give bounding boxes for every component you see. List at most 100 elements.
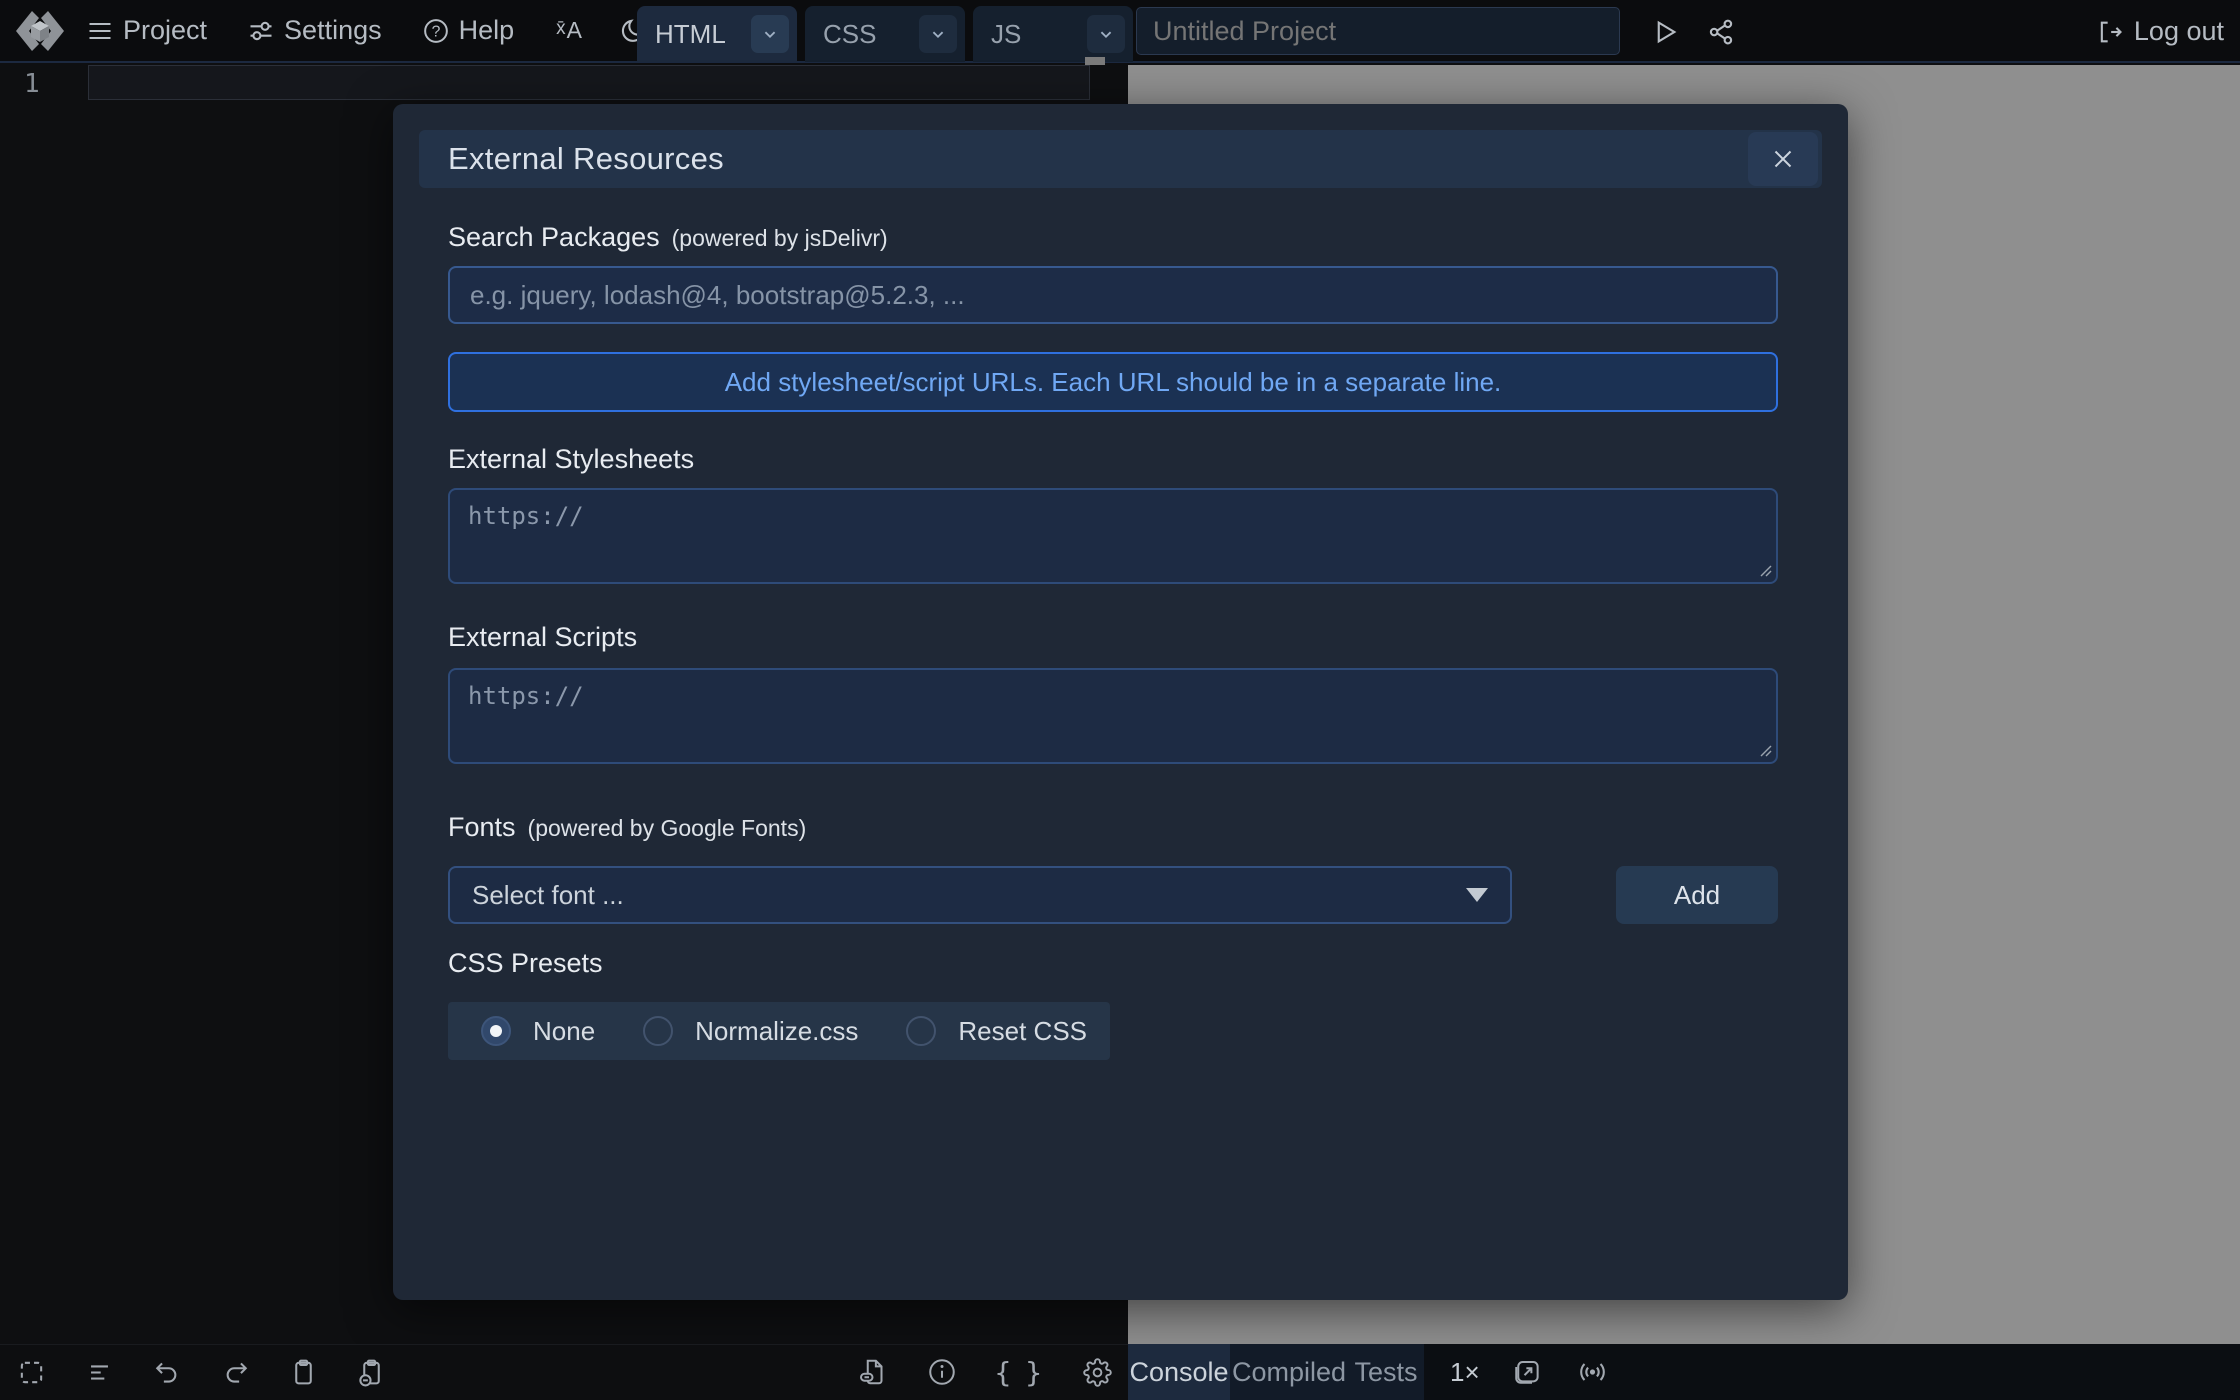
top-bar: Project Settings ? Help x̄A HTML xyxy=(0,0,2240,63)
resize-handle-icon[interactable] xyxy=(1757,742,1773,758)
chevron-down-icon xyxy=(927,23,949,45)
external-window-icon xyxy=(1512,1357,1542,1387)
fonts-label-text: Fonts xyxy=(448,812,516,843)
help-menu-label: Help xyxy=(459,15,515,46)
file-link-icon xyxy=(859,1357,889,1387)
editor-scrollbar[interactable] xyxy=(1085,57,1105,65)
css-presets-label: CSS Presets xyxy=(448,948,1793,982)
font-row: Select font ... Add xyxy=(448,866,1793,924)
search-packages-label-text: Search Packages xyxy=(448,222,660,253)
radio-icon xyxy=(906,1016,936,1046)
modal-title: External Resources xyxy=(448,141,724,177)
broadcast-icon xyxy=(1577,1356,1608,1388)
external-stylesheets-label-text: External Stylesheets xyxy=(448,444,694,475)
stylesheets-textarea[interactable] xyxy=(448,488,1778,584)
zoom-level-button[interactable]: 1× xyxy=(1450,1357,1480,1388)
tab-compiled[interactable]: Compiled xyxy=(1230,1344,1348,1400)
share-icon xyxy=(1706,17,1736,47)
help-icon: ? xyxy=(422,17,450,45)
tab-compiled-label: Compiled xyxy=(1232,1357,1346,1388)
external-scripts-label: External Scripts xyxy=(448,622,1793,654)
modal-header: External Resources xyxy=(419,130,1822,188)
project-title-input[interactable] xyxy=(1136,7,1620,55)
result-status-bar: Console Compiled Tests 1× xyxy=(1128,1344,2240,1400)
font-select-value: Select font ... xyxy=(472,880,624,911)
clipboard-snippet-icon xyxy=(357,1358,386,1387)
preset-option-reset[interactable]: Reset CSS xyxy=(906,1016,1087,1047)
package-search-input[interactable] xyxy=(448,266,1778,324)
sliders-icon xyxy=(247,17,275,45)
info-icon xyxy=(927,1357,957,1387)
scripts-textarea[interactable] xyxy=(448,668,1778,764)
paste-snippet-button[interactable] xyxy=(356,1357,387,1388)
fonts-label: Fonts (powered by Google Fonts) xyxy=(448,812,1793,846)
external-resources-button[interactable] xyxy=(858,1357,889,1388)
svg-text:?: ? xyxy=(431,23,440,40)
editor-tabs: HTML CSS JS xyxy=(637,6,1133,62)
select-all-icon xyxy=(17,1358,46,1387)
project-menu[interactable]: Project xyxy=(86,15,207,46)
css-language-menu-button[interactable] xyxy=(919,15,957,53)
project-menu-label: Project xyxy=(123,15,207,46)
tab-js-label: JS xyxy=(991,19,1021,50)
preset-option-none[interactable]: None xyxy=(481,1016,595,1047)
result-icons xyxy=(1512,1357,1608,1388)
tab-html[interactable]: HTML xyxy=(637,6,797,62)
help-menu[interactable]: ? Help xyxy=(422,15,515,46)
settings-menu[interactable]: Settings xyxy=(247,15,382,46)
translate-icon[interactable]: x̄A xyxy=(556,17,583,44)
project-toolbar: { } xyxy=(858,1344,1113,1400)
modal-body: Search Packages (powered by jsDelivr) Ad… xyxy=(393,222,1848,1060)
logout-label: Log out xyxy=(2134,16,2224,47)
logout-icon xyxy=(2096,18,2124,46)
chevron-down-icon xyxy=(759,23,781,45)
scripts-textarea-wrap xyxy=(448,668,1778,764)
redo-icon xyxy=(221,1358,250,1387)
format-icon xyxy=(85,1358,114,1387)
font-select[interactable]: Select font ... xyxy=(448,866,1512,924)
undo-icon xyxy=(153,1358,182,1387)
preset-normalize-label: Normalize.css xyxy=(695,1016,858,1047)
preset-option-normalize[interactable]: Normalize.css xyxy=(643,1016,858,1047)
radio-icon xyxy=(481,1016,511,1046)
custom-settings-button[interactable]: { } xyxy=(994,1356,1045,1389)
run-button[interactable] xyxy=(1650,17,1680,47)
settings-button[interactable] xyxy=(1082,1357,1113,1388)
redo-button[interactable] xyxy=(220,1357,251,1388)
settings-menu-label: Settings xyxy=(284,15,382,46)
tab-html-label: HTML xyxy=(655,19,726,50)
add-urls-notice-button[interactable]: Add stylesheet/script URLs. Each URL sho… xyxy=(448,352,1778,412)
editor-current-line[interactable] xyxy=(88,65,1090,100)
search-packages-label: Search Packages (powered by jsDelivr) xyxy=(448,222,1793,254)
tab-css[interactable]: CSS xyxy=(805,6,965,62)
broadcast-button[interactable] xyxy=(1577,1357,1608,1388)
modal-close-button[interactable] xyxy=(1748,132,1818,186)
external-scripts-label-text: External Scripts xyxy=(448,622,637,653)
radio-icon xyxy=(643,1016,673,1046)
project-info-button[interactable] xyxy=(926,1357,957,1388)
undo-button[interactable] xyxy=(152,1357,183,1388)
tab-console[interactable]: Console xyxy=(1128,1344,1230,1400)
format-code-button[interactable] xyxy=(84,1357,115,1388)
logout-button[interactable]: Log out xyxy=(2096,0,2224,63)
css-presets-radio-group: None Normalize.css Reset CSS xyxy=(448,1002,1110,1060)
add-urls-notice-text: Add stylesheet/script URLs. Each URL sho… xyxy=(725,367,1502,398)
close-icon xyxy=(1768,144,1798,174)
tab-js[interactable]: JS xyxy=(973,6,1133,62)
app-logo-icon[interactable] xyxy=(12,7,68,55)
external-stylesheets-label: External Stylesheets xyxy=(448,444,1793,476)
tab-tests[interactable]: Tests xyxy=(1348,1344,1424,1400)
html-language-menu-button[interactable] xyxy=(751,15,789,53)
preset-reset-label: Reset CSS xyxy=(958,1016,1087,1047)
tab-console-label: Console xyxy=(1129,1357,1228,1388)
css-presets-label-text: CSS Presets xyxy=(448,948,603,979)
select-all-button[interactable] xyxy=(16,1357,47,1388)
add-font-button[interactable]: Add xyxy=(1616,866,1778,924)
copy-button[interactable] xyxy=(288,1357,319,1388)
search-packages-hint: (powered by jsDelivr) xyxy=(672,225,888,252)
resize-handle-icon[interactable] xyxy=(1757,562,1773,578)
js-language-menu-button[interactable] xyxy=(1087,15,1125,53)
open-result-window-button[interactable] xyxy=(1512,1357,1543,1388)
play-icon xyxy=(1650,17,1680,47)
share-button[interactable] xyxy=(1706,17,1736,47)
